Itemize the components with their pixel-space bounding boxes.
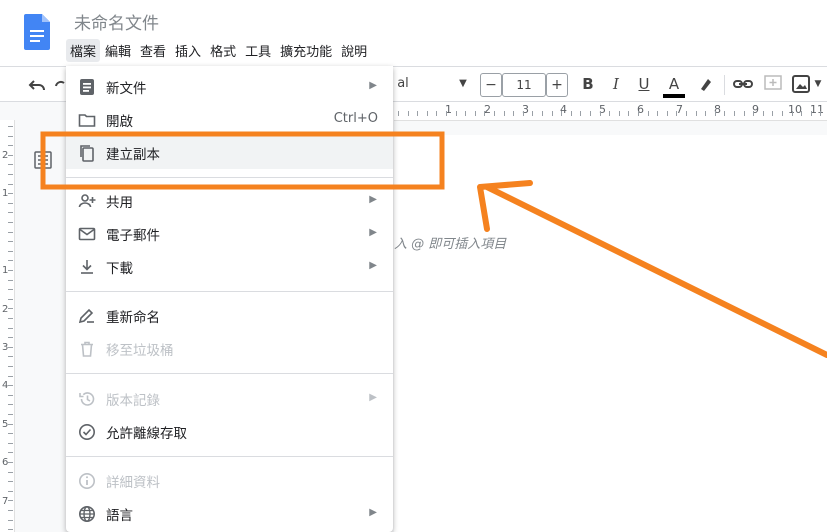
annotation-overlay [40,131,827,358]
annotation-arrow-shaft [484,184,827,358]
docs-window: 未命名文件 檔案 編輯 查看 插入 格式 工具 擴充功能 說明 al ▼ − 1… [0,0,827,532]
highlight-box [40,131,445,190]
